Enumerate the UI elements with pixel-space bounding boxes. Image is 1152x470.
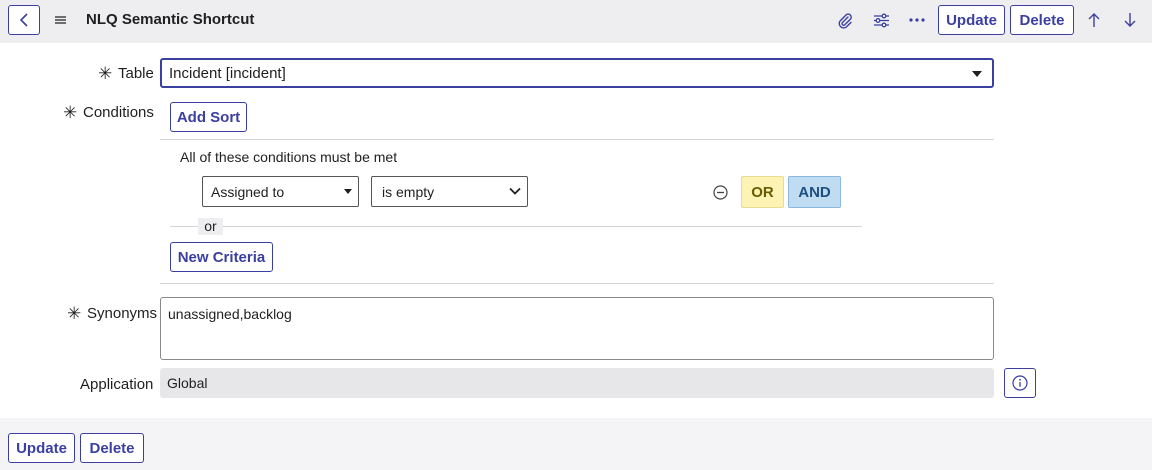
menu-icon[interactable] <box>54 13 67 27</box>
conditions-bottom-divider <box>160 283 994 284</box>
sliders-icon[interactable] <box>872 11 890 29</box>
remove-condition-icon[interactable] <box>713 185 728 200</box>
or-condition-button[interactable]: OR <box>741 176 784 208</box>
chevron-down-icon <box>509 187 521 195</box>
condition-operator-select[interactable]: is empty <box>371 176 528 207</box>
caret-down-icon <box>344 189 352 194</box>
conditions-top-divider <box>160 139 994 140</box>
footer-delete-button[interactable]: Delete <box>80 433 144 463</box>
synonyms-textarea[interactable]: unassigned,backlog <box>160 297 994 360</box>
paperclip-icon[interactable] <box>836 11 854 29</box>
application-info-button[interactable] <box>1004 368 1036 398</box>
form-header: NLQ Semantic Shortcut Update Delete <box>0 0 1152 43</box>
info-icon <box>1012 375 1028 391</box>
synonyms-label: Synonyms <box>87 305 158 322</box>
table-required-icon: ✳ <box>98 64 113 83</box>
header-update-button[interactable]: Update <box>938 5 1005 35</box>
more-icon[interactable] <box>908 11 926 29</box>
page-title: NLQ Semantic Shortcut <box>86 11 255 28</box>
conditions-label: Conditions <box>83 104 154 121</box>
condition-field-select[interactable]: Assigned to <box>202 176 359 207</box>
application-field: Global <box>160 368 994 398</box>
or-separator: or <box>198 218 223 235</box>
footer-update-button[interactable]: Update <box>8 433 75 463</box>
and-condition-button[interactable]: AND <box>788 176 841 208</box>
header-delete-button[interactable]: Delete <box>1010 5 1074 35</box>
condition-group-divider <box>170 226 862 227</box>
application-label: Application <box>80 376 154 393</box>
caret-down-icon <box>972 71 982 77</box>
arrow-down-icon[interactable] <box>1121 11 1139 29</box>
synonyms-required-icon: ✳ <box>67 304 82 323</box>
back-button[interactable] <box>8 5 40 35</box>
arrow-up-icon[interactable] <box>1085 11 1103 29</box>
table-select[interactable]: Incident [incident] <box>160 58 994 88</box>
new-criteria-button[interactable]: New Criteria <box>170 242 273 272</box>
table-label: Table <box>118 65 154 82</box>
form-footer: Update Delete <box>0 418 1152 470</box>
condition-field-value: Assigned to <box>211 184 285 200</box>
condition-operator-value: is empty <box>382 184 435 200</box>
table-select-value: Incident [incident] <box>169 65 286 82</box>
add-sort-button[interactable]: Add Sort <box>170 102 247 132</box>
conditions-required-icon: ✳ <box>63 103 78 122</box>
back-icon <box>19 13 28 27</box>
conditions-all-met-text: All of these conditions must be met <box>180 149 398 165</box>
